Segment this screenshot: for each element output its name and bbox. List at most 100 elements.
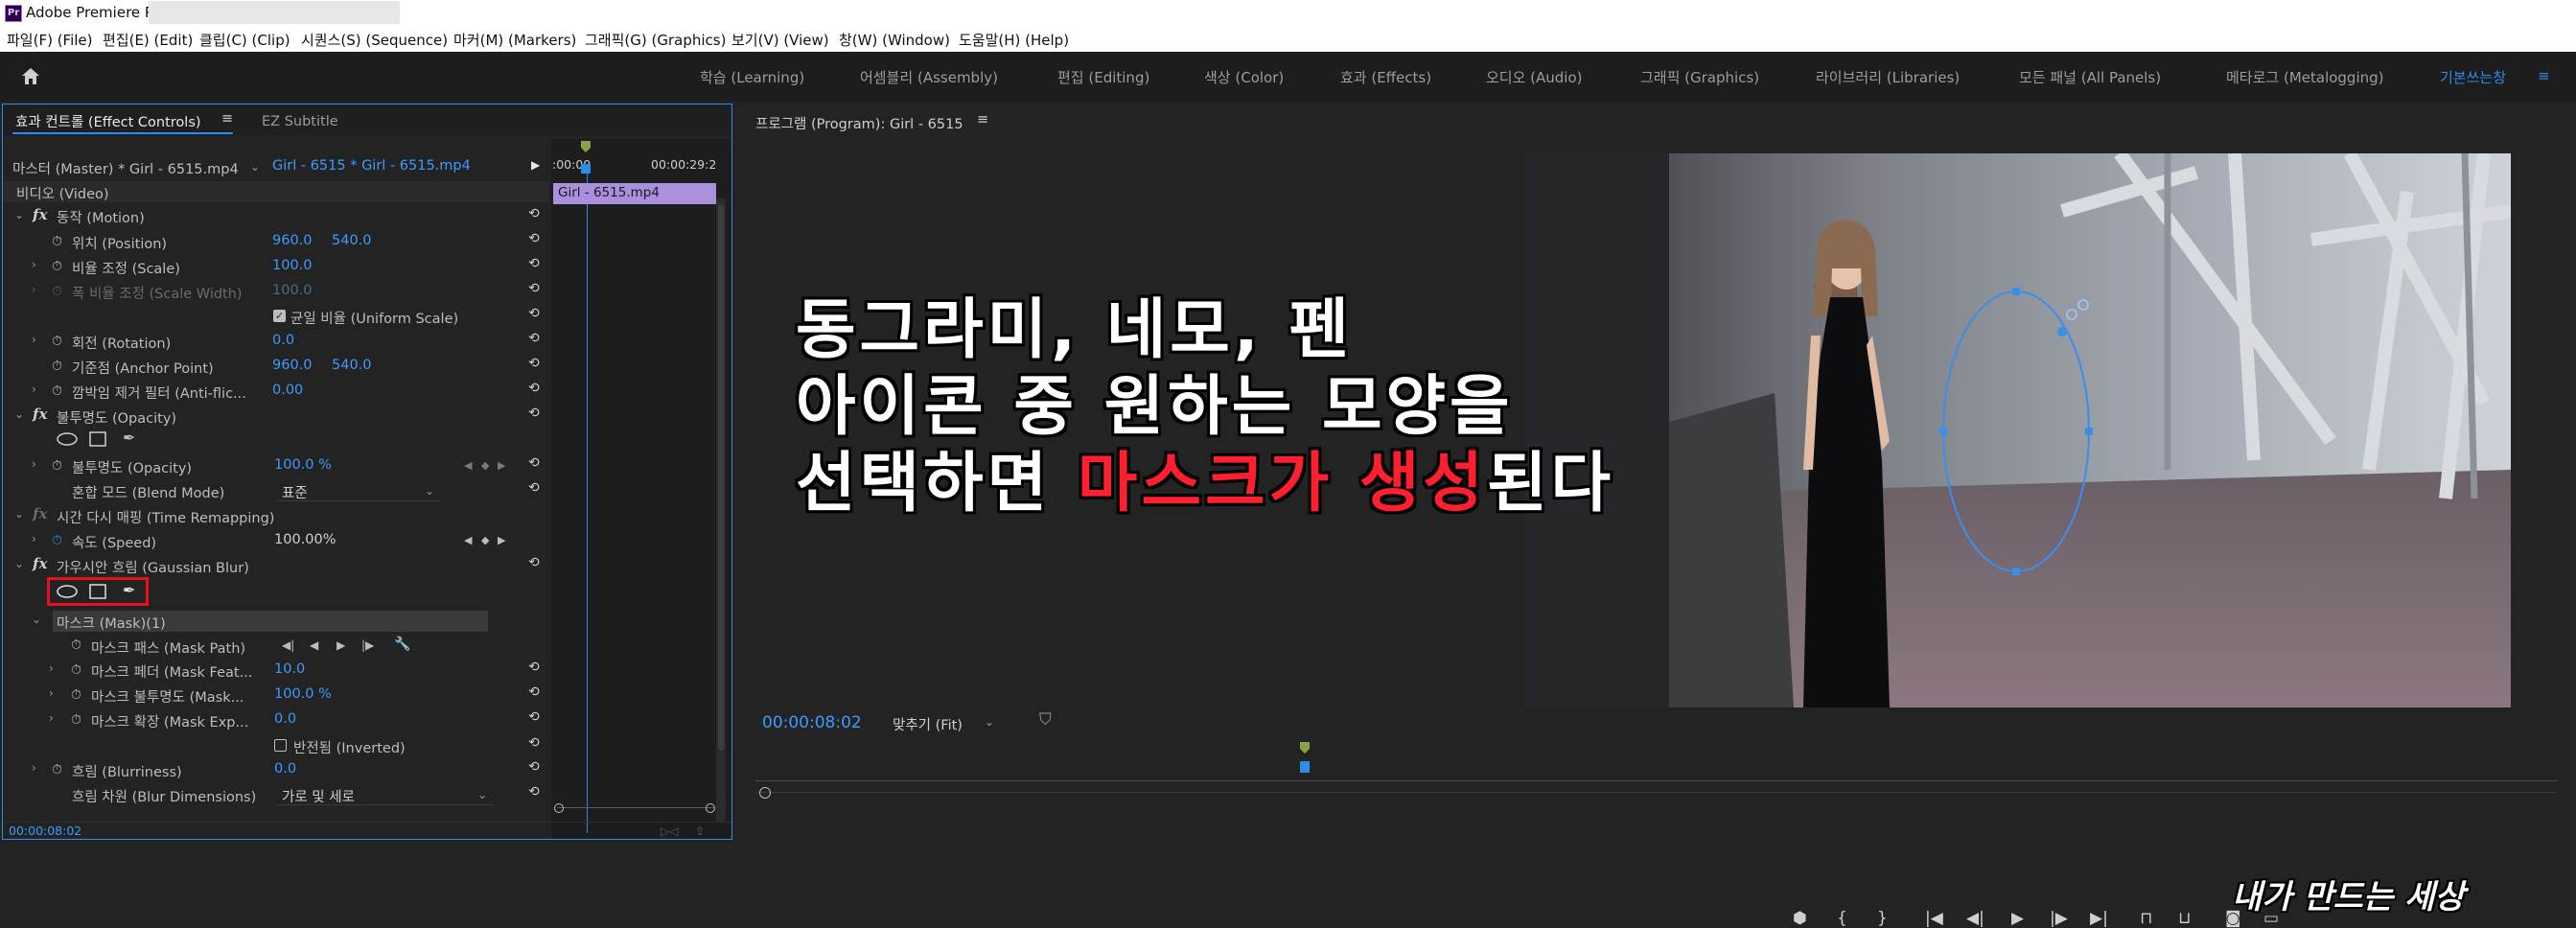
- chevron-down-icon[interactable]: ⌄: [14, 208, 24, 221]
- program-playhead-icon[interactable]: [1297, 740, 1312, 778]
- play-only-triangle-icon[interactable]: ▶: [531, 158, 540, 172]
- stopwatch-icon[interactable]: ⏱: [52, 260, 62, 273]
- add-keyframe-icon[interactable]: ◆: [481, 534, 489, 547]
- workspace-default-active[interactable]: 기본쓰는창: [2440, 67, 2506, 87]
- next-keyframe-icon[interactable]: ▶: [498, 534, 505, 547]
- reset-icon[interactable]: ⟲: [528, 231, 540, 246]
- stopwatch-icon[interactable]: ⏱: [71, 638, 81, 652]
- mask-expansion-value[interactable]: 0.0: [274, 711, 296, 727]
- reset-icon[interactable]: ⟲: [528, 256, 540, 271]
- footer-timecode[interactable]: 00:00:08:02: [9, 824, 81, 838]
- pen-mask-icon[interactable]: ✒: [123, 430, 135, 446]
- play-icon[interactable]: ▶: [2011, 909, 2024, 928]
- add-marker-icon[interactable]: ⬢: [1793, 909, 1807, 928]
- chevron-right-icon[interactable]: ›: [49, 711, 54, 725]
- rectangle-mask-icon[interactable]: [89, 431, 106, 447]
- video-frame[interactable]: [1525, 153, 2511, 708]
- chevron-down-icon[interactable]: ⌄: [425, 484, 434, 498]
- anchor-x-value[interactable]: 960.0: [272, 358, 313, 373]
- stopwatch-icon[interactable]: ⏱: [52, 360, 62, 373]
- blurriness-value[interactable]: 0.0: [274, 761, 296, 777]
- reset-icon[interactable]: ⟲: [528, 306, 540, 321]
- add-keyframe-icon[interactable]: ◆: [481, 459, 489, 473]
- opacity-value[interactable]: 100.0 %: [274, 457, 332, 473]
- speed-value[interactable]: 100.00%: [274, 532, 337, 547]
- fx-badge-icon[interactable]: fx: [33, 555, 47, 572]
- mask-feather-value[interactable]: 10.0: [274, 661, 305, 677]
- chevron-down-icon[interactable]: ⌄: [250, 160, 260, 174]
- step-forward-icon[interactable]: |▶: [2050, 909, 2068, 928]
- program-timecode[interactable]: 00:00:08:02: [762, 713, 862, 732]
- menu-help[interactable]: 도움말(H) (Help): [959, 30, 1069, 50]
- prev-keyframe-icon[interactable]: ◀: [464, 534, 472, 547]
- workspace-all-panels[interactable]: 모든 패널 (All Panels): [2019, 67, 2161, 87]
- prev-keyframe-icon[interactable]: ◀: [464, 459, 472, 473]
- program-zoom-handle-left[interactable]: [759, 787, 771, 799]
- workspace-audio[interactable]: 오디오 (Audio): [1486, 67, 1583, 87]
- fx-badge-icon[interactable]: fx: [33, 206, 47, 223]
- inverted-checkbox[interactable]: [274, 739, 287, 752]
- workspace-metalogging[interactable]: 메타로그 (Metalogging): [2226, 67, 2384, 87]
- mask-opacity-value[interactable]: 100.0 %: [274, 686, 332, 702]
- track-backward-icon[interactable]: ◀: [310, 638, 318, 652]
- next-keyframe-icon[interactable]: ▶: [498, 459, 505, 473]
- chevron-down-icon[interactable]: ⌄: [14, 407, 24, 421]
- master-clip-label[interactable]: 마스터 (Master) * Girl - 6515.mp4: [12, 158, 239, 178]
- chevron-right-icon[interactable]: ›: [49, 686, 54, 700]
- stopwatch-icon[interactable]: ⏱: [71, 688, 81, 702]
- vertical-scrollbar-thumb[interactable]: [718, 204, 724, 751]
- export-icon[interactable]: ⇪: [695, 824, 705, 838]
- panel-menu-icon[interactable]: ≡: [221, 111, 233, 127]
- menu-graphics[interactable]: 그래픽(G) (Graphics): [585, 30, 726, 50]
- menu-file[interactable]: 파일(F) (File): [7, 30, 93, 50]
- anti-flicker-value[interactable]: 0.00: [272, 383, 303, 398]
- stopwatch-icon[interactable]: ⏱: [52, 763, 62, 777]
- panel-menu-icon[interactable]: ≡: [977, 112, 988, 128]
- lift-icon[interactable]: ⊓: [2140, 909, 2152, 928]
- wrench-icon[interactable]: 🔧: [394, 638, 410, 651]
- mark-in-icon[interactable]: {: [1837, 909, 1847, 928]
- fit-dropdown[interactable]: 맞추기 (Fit): [893, 714, 963, 734]
- chevron-right-icon[interactable]: ›: [32, 532, 36, 545]
- anchor-y-value[interactable]: 540.0: [332, 358, 372, 373]
- playhead-marker-icon[interactable]: [578, 139, 593, 177]
- reset-icon[interactable]: ⟲: [528, 660, 540, 675]
- track-forward-frame-icon[interactable]: |▶: [361, 638, 374, 652]
- reset-icon[interactable]: ⟲: [528, 381, 540, 396]
- reset-icon[interactable]: ⟲: [528, 480, 540, 496]
- workspace-menu-icon[interactable]: ≡: [2538, 67, 2550, 84]
- workspace-editing[interactable]: 편집 (Editing): [1057, 67, 1149, 87]
- filter-icon[interactable]: ▷◁: [661, 824, 678, 838]
- uniform-scale-checkbox[interactable]: ✓: [273, 310, 286, 322]
- chevron-down-icon[interactable]: ⌄: [985, 715, 994, 729]
- zoom-handle-left[interactable]: [554, 803, 564, 813]
- stopwatch-icon[interactable]: ⏱: [52, 534, 62, 547]
- timeline-zoom-scrollbar[interactable]: [557, 807, 714, 814]
- reset-icon[interactable]: ⟲: [528, 684, 540, 700]
- reset-icon[interactable]: ⟲: [528, 206, 540, 221]
- rectangle-mask-icon[interactable]: [89, 584, 106, 599]
- reset-icon[interactable]: ⟲: [528, 784, 540, 800]
- zoom-handle-right[interactable]: [706, 803, 715, 813]
- menu-edit[interactable]: 편집(E) (Edit): [103, 30, 193, 50]
- menu-markers[interactable]: 마커(M) (Markers): [453, 30, 576, 50]
- pen-mask-icon[interactable]: ✒: [123, 583, 135, 598]
- chevron-right-icon[interactable]: ›: [32, 457, 36, 471]
- ellipse-mask-overlay[interactable]: [1525, 153, 2511, 708]
- ellipse-mask-icon[interactable]: [57, 585, 78, 598]
- chevron-right-icon[interactable]: ›: [49, 661, 54, 675]
- stopwatch-icon[interactable]: ⏱: [52, 235, 62, 248]
- menu-view[interactable]: 보기(V) (View): [731, 30, 829, 50]
- effect-timeline-area[interactable]: [551, 139, 731, 839]
- program-zoom-bar[interactable]: [755, 792, 2558, 800]
- workspace-libraries[interactable]: 라이브러리 (Libraries): [1816, 67, 1960, 87]
- reset-icon[interactable]: ⟲: [528, 759, 540, 775]
- chevron-down-icon[interactable]: ⌄: [14, 507, 24, 521]
- workspace-assembly[interactable]: 어셈블리 (Assembly): [860, 67, 998, 87]
- reset-icon[interactable]: ⟲: [528, 555, 540, 570]
- stopwatch-icon[interactable]: ⏱: [52, 335, 62, 348]
- stopwatch-icon[interactable]: ⏱: [52, 459, 62, 473]
- track-backward-frame-icon[interactable]: ◀|: [282, 638, 294, 652]
- chevron-down-icon[interactable]: ⌄: [14, 557, 24, 570]
- reset-icon[interactable]: ⟲: [528, 356, 540, 371]
